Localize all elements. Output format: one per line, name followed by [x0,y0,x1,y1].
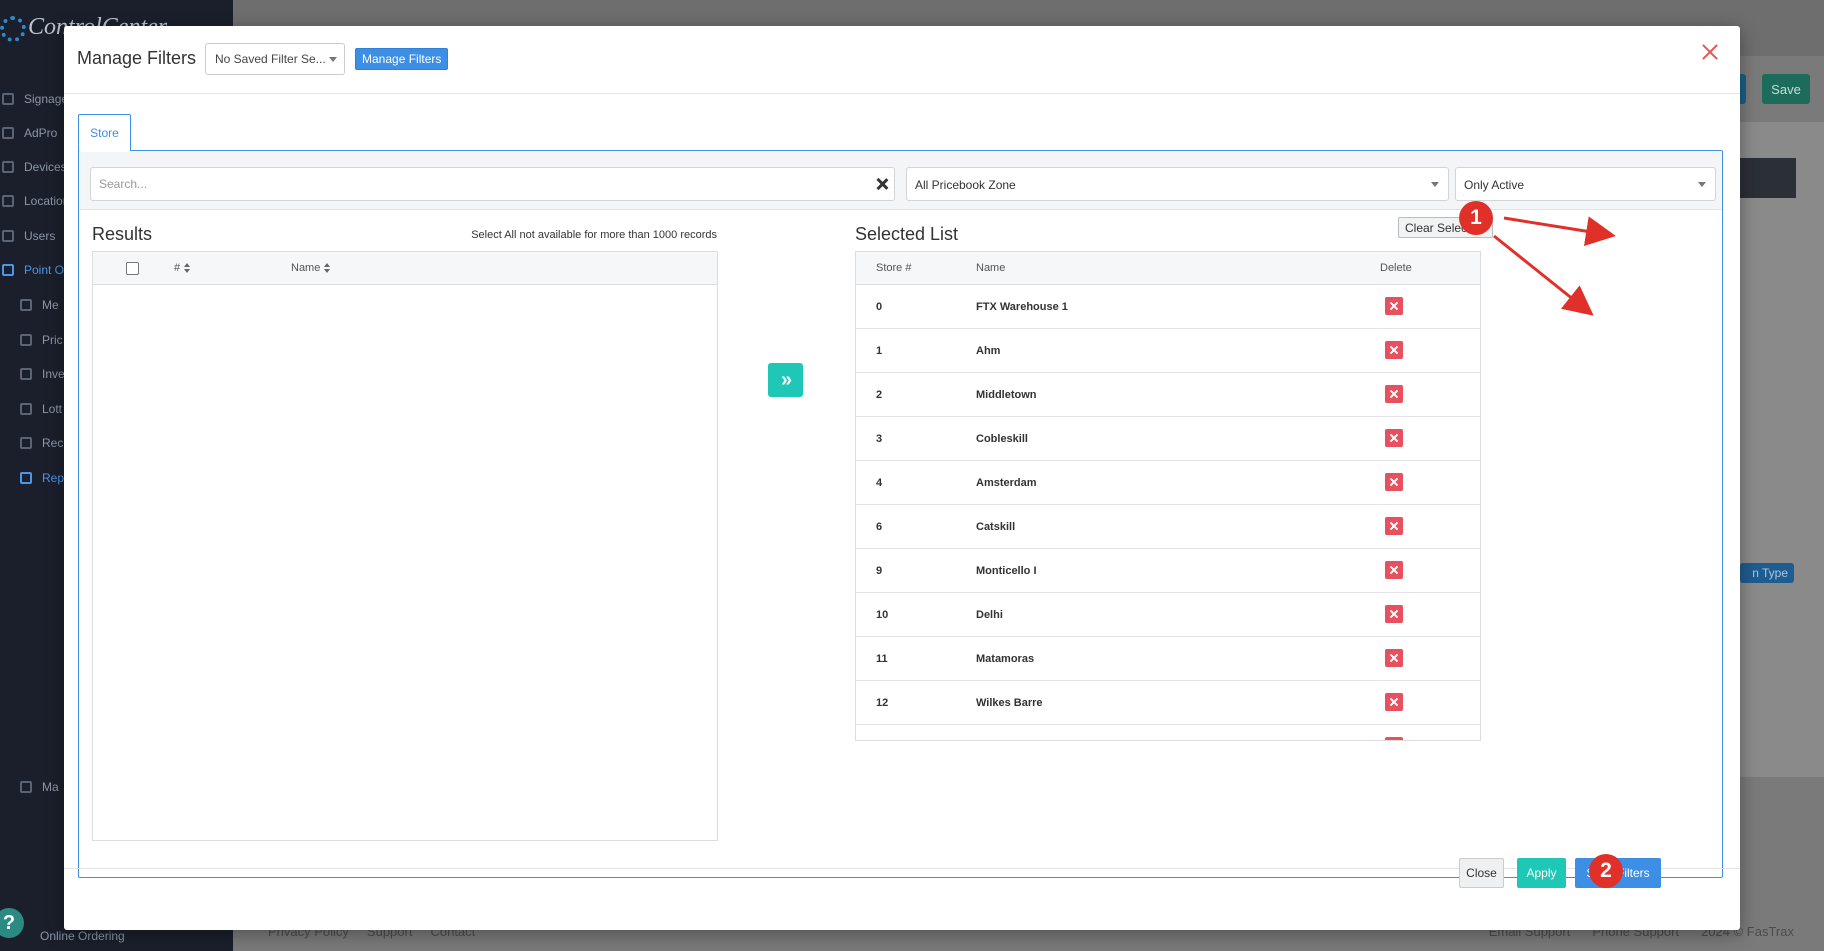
status-value: Only Active [1464,178,1525,192]
store-tab-panel: All Pricebook Zone Only Active Results S… [78,150,1723,878]
store-number: 11 [876,653,888,665]
price-icon [20,334,32,346]
background-panel [1740,122,1824,777]
table-row: 1 Ahm [856,329,1480,373]
table-row: 9 Monticello I [856,549,1480,593]
search-input[interactable] [91,168,851,200]
table-row: 14Pittston [856,725,1480,740]
sort-icon [324,263,331,274]
modal-header: Manage Filters No Saved Filter Se... Man… [64,26,1740,94]
store-number: 4 [876,477,883,489]
pen-icon [2,127,14,139]
chart-icon [20,472,32,484]
pricebook-zone-value: All Pricebook Zone [915,178,1016,192]
store-name: Matamoras [976,653,1035,665]
column-header-name: Name [976,262,1006,274]
close-button[interactable]: Close [1459,858,1504,888]
modal-title: Manage Filters [77,48,197,68]
table-row: 3 Cobleskill [856,417,1480,461]
saved-filter-value: No Saved Filter Se... [215,52,326,66]
devices-icon [2,161,14,173]
gear-logo-icon [0,16,26,42]
table-row: 0 FTX Warehouse 1 [856,285,1480,329]
store-number: 9 [876,565,883,577]
store-number: 1 [876,345,883,357]
close-icon[interactable] [1701,43,1719,61]
results-table: # Name [92,251,718,841]
column-header-delete: Delete [1380,262,1412,274]
selected-list-title: Selected List [855,224,959,244]
background-chip: n Type [1740,563,1794,583]
chevron-down-icon [1431,182,1439,187]
column-header-name[interactable]: Name [291,262,331,274]
chevron-down-icon [1698,182,1706,187]
column-header-store-number: Store # [876,262,912,274]
store-name: FTX Warehouse 1 [976,301,1068,313]
apply-button[interactable]: Apply [1517,858,1566,888]
double-chevron-right-icon: » [780,368,792,391]
store-number: 10 [876,609,889,621]
delete-icon[interactable] [1385,561,1403,579]
manage-filters-button[interactable]: Manage Filters [355,48,449,70]
sort-icon [184,263,191,274]
results-table-header: # Name [93,252,717,285]
saved-filter-select[interactable]: No Saved Filter Se... [205,43,345,75]
delete-icon[interactable] [1385,385,1403,403]
delete-icon[interactable] [1385,693,1403,711]
delete-icon[interactable] [1385,429,1403,447]
pricebook-zone-select[interactable]: All Pricebook Zone [906,167,1449,201]
results-note: Select All not available for more than 1… [471,229,717,241]
signage-icon [2,93,14,105]
chevron-down-icon [329,57,337,62]
location-icon [2,195,14,207]
lottery-icon [20,403,32,415]
store-number: 6 [876,521,883,533]
selected-table-header: Store # Name Delete [856,252,1480,285]
delete-icon[interactable] [1385,605,1403,623]
inventory-icon [20,368,32,380]
store-number: 12 [876,697,889,709]
cart-icon [2,264,14,276]
users-icon [2,230,14,242]
select-all-checkbox[interactable] [126,262,139,275]
background-save-button: Save [1762,74,1810,104]
table-row: 4 Amsterdam [856,461,1480,505]
menu-icon [20,299,32,311]
delete-icon[interactable] [1385,341,1403,359]
table-row: 12 Wilkes Barre [856,681,1480,725]
selected-list-table: Store # Name Delete 0 FTX Warehouse 1 1 Ahm… [855,251,1481,741]
annotation-badge-2: 2 [1589,854,1623,888]
manage-filters-modal: Manage Filters No Saved Filter Se... Man… [64,26,1740,930]
store-number: 2 [876,389,883,401]
column-header-number[interactable]: # [174,262,191,274]
table-row: 6 Catskill [856,505,1480,549]
grid-icon [20,437,32,449]
table-row: 11 Matamoras [856,637,1480,681]
wrench-icon [20,781,32,793]
delete-icon[interactable] [1385,297,1403,315]
store-name: Amsterdam [976,477,1037,489]
store-number: 3 [876,433,883,445]
store-number: 0 [876,301,883,313]
delete-icon[interactable] [1385,473,1403,491]
delete-icon[interactable] [1385,517,1403,535]
store-name: Delhi [976,609,1003,621]
background-strip [1740,158,1796,198]
store-name: Middletown [976,389,1037,401]
delete-icon[interactable] [1385,649,1403,667]
search-box [90,167,895,201]
table-row: 2 Middletown [856,373,1480,417]
status-select[interactable]: Only Active [1455,167,1716,201]
delete-icon[interactable] [1385,737,1403,740]
table-row: 10 Delhi [856,593,1480,637]
clear-search-icon[interactable] [876,178,888,190]
store-name: Monticello I [976,565,1037,577]
store-name: Cobleskill [976,433,1028,445]
store-name: Wilkes Barre [976,697,1043,709]
annotation-badge-1: 1 [1459,201,1493,235]
store-name: Catskill [976,521,1016,533]
tab-store[interactable]: Store [78,114,131,151]
store-name: Ahm [976,345,1001,357]
move-right-button[interactable]: » [768,363,803,397]
